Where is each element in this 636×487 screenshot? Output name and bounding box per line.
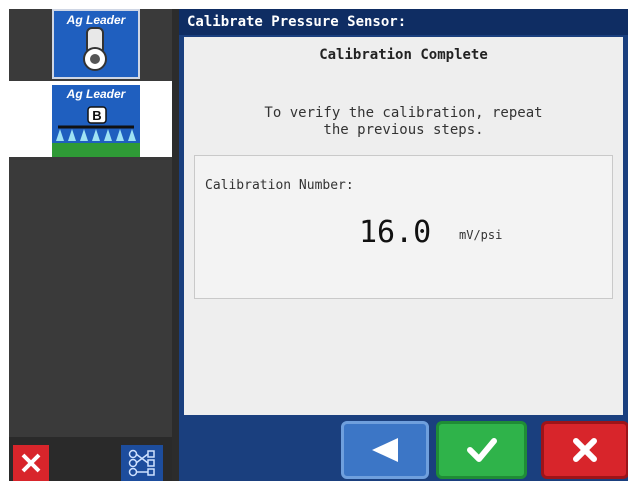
- back-button[interactable]: [341, 421, 429, 479]
- device-screen: Ag Leader Ag Leader B Calibrate Pressure…: [9, 9, 628, 481]
- dialog-heading: Calibration Complete: [319, 47, 488, 63]
- sidebar: Ag Leader Ag Leader B: [9, 9, 172, 481]
- cancel-icon: [573, 438, 597, 462]
- calibration-dialog: Calibrate Pressure Sensor: Calibration C…: [179, 9, 628, 481]
- calibration-number-label: Calibration Number:: [205, 178, 354, 193]
- toggle-switch-icon: [83, 27, 107, 71]
- accept-button[interactable]: [436, 421, 527, 479]
- cancel-button[interactable]: [541, 421, 628, 479]
- network-button[interactable]: [121, 445, 163, 481]
- dialog-title: Calibrate Pressure Sensor:: [179, 9, 628, 35]
- calibration-number-value: 16.0: [359, 215, 432, 250]
- calibration-number-box: Calibration Number: 16.0 mV/psi: [194, 155, 613, 299]
- boom-badge: B: [92, 108, 101, 123]
- message-line-1: To verify the calibration, repeat: [264, 105, 543, 121]
- dialog-content: Calibration Complete To verify the calib…: [184, 37, 623, 415]
- sidebar-tile-sprayer[interactable]: Ag Leader B: [52, 85, 140, 157]
- close-button[interactable]: [13, 445, 49, 481]
- calibration-number-unit: mV/psi: [459, 228, 503, 242]
- close-icon: [21, 453, 41, 473]
- sidebar-tile-switch[interactable]: Ag Leader: [52, 9, 140, 79]
- network-icon: [128, 449, 155, 477]
- dialog-message: To verify the calibration, repeat the pr…: [184, 105, 623, 139]
- boom-sprayer-icon: B: [52, 106, 140, 157]
- message-line-2: the previous steps.: [323, 122, 484, 138]
- arrow-left-icon: [372, 438, 398, 462]
- checkmark-icon: [466, 438, 497, 462]
